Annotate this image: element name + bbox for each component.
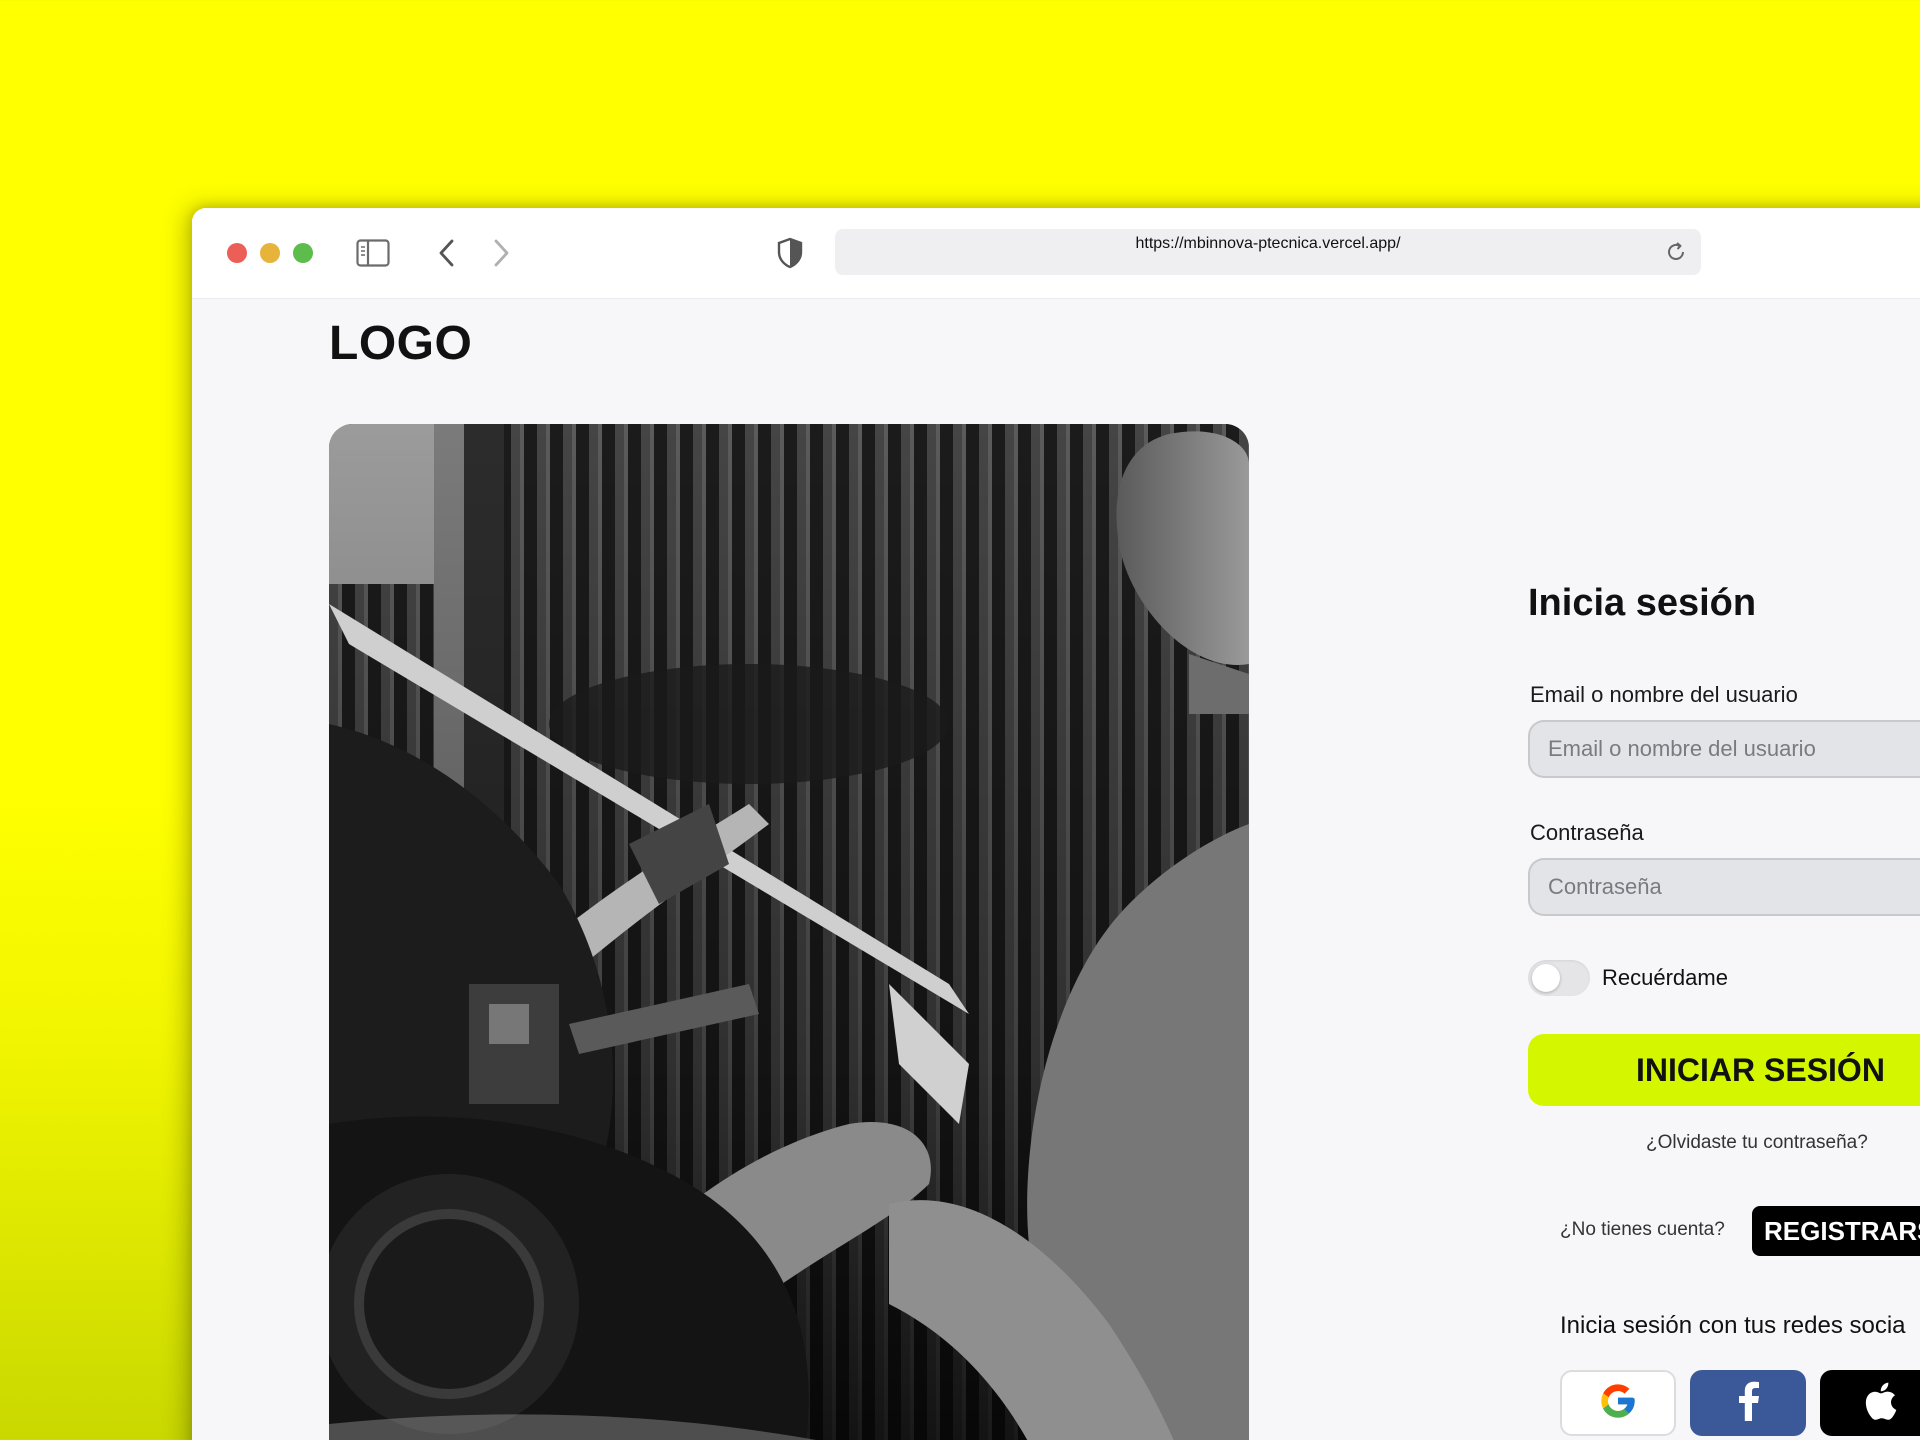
email-input[interactable]	[1528, 720, 1920, 778]
remember-me-row: Recuérdame	[1528, 958, 1728, 998]
close-window-button[interactable]	[227, 243, 247, 263]
password-input[interactable]	[1528, 858, 1920, 916]
remember-me-toggle[interactable]	[1528, 960, 1590, 996]
privacy-shield-icon[interactable]	[774, 236, 806, 270]
back-arrow-icon[interactable]	[432, 236, 462, 270]
forgot-password-link[interactable]: ¿Olvidaste tu contraseña?	[1646, 1132, 1868, 1154]
toggle-knob	[1532, 964, 1560, 992]
facebook-icon	[1736, 1381, 1760, 1426]
logo: LOGO	[329, 317, 473, 370]
remember-me-label: Recuérdame	[1602, 965, 1728, 990]
email-label: Email o nombre del usuario	[1530, 682, 1798, 707]
login-submit-button[interactable]: INICIAR SESIÓN	[1528, 1034, 1920, 1106]
minimize-window-button[interactable]	[260, 243, 280, 263]
browser-window: https://mbinnova-ptecnica.vercel.app/ LO…	[192, 208, 1920, 1440]
social-login-heading: Inicia sesión con tus redes socia	[1560, 1312, 1906, 1339]
hero-photo	[329, 424, 1249, 1440]
apple-login-button[interactable]	[1820, 1370, 1920, 1436]
google-icon	[1598, 1381, 1638, 1426]
forward-arrow-icon[interactable]	[486, 236, 516, 270]
sidebar-toggle-icon[interactable]	[356, 238, 390, 268]
no-account-text: ¿No tienes cuenta?	[1560, 1219, 1725, 1240]
login-panel: Inicia sesión Email o nombre del usuario…	[1528, 208, 1920, 1440]
register-button[interactable]: REGISTRARS	[1752, 1206, 1920, 1256]
facebook-login-button[interactable]	[1690, 1370, 1806, 1436]
apple-icon	[1863, 1381, 1897, 1426]
login-title: Inicia sesión	[1528, 582, 1757, 624]
zoom-window-button[interactable]	[293, 243, 313, 263]
password-label: Contraseña	[1530, 820, 1644, 845]
google-login-button[interactable]	[1560, 1370, 1676, 1436]
